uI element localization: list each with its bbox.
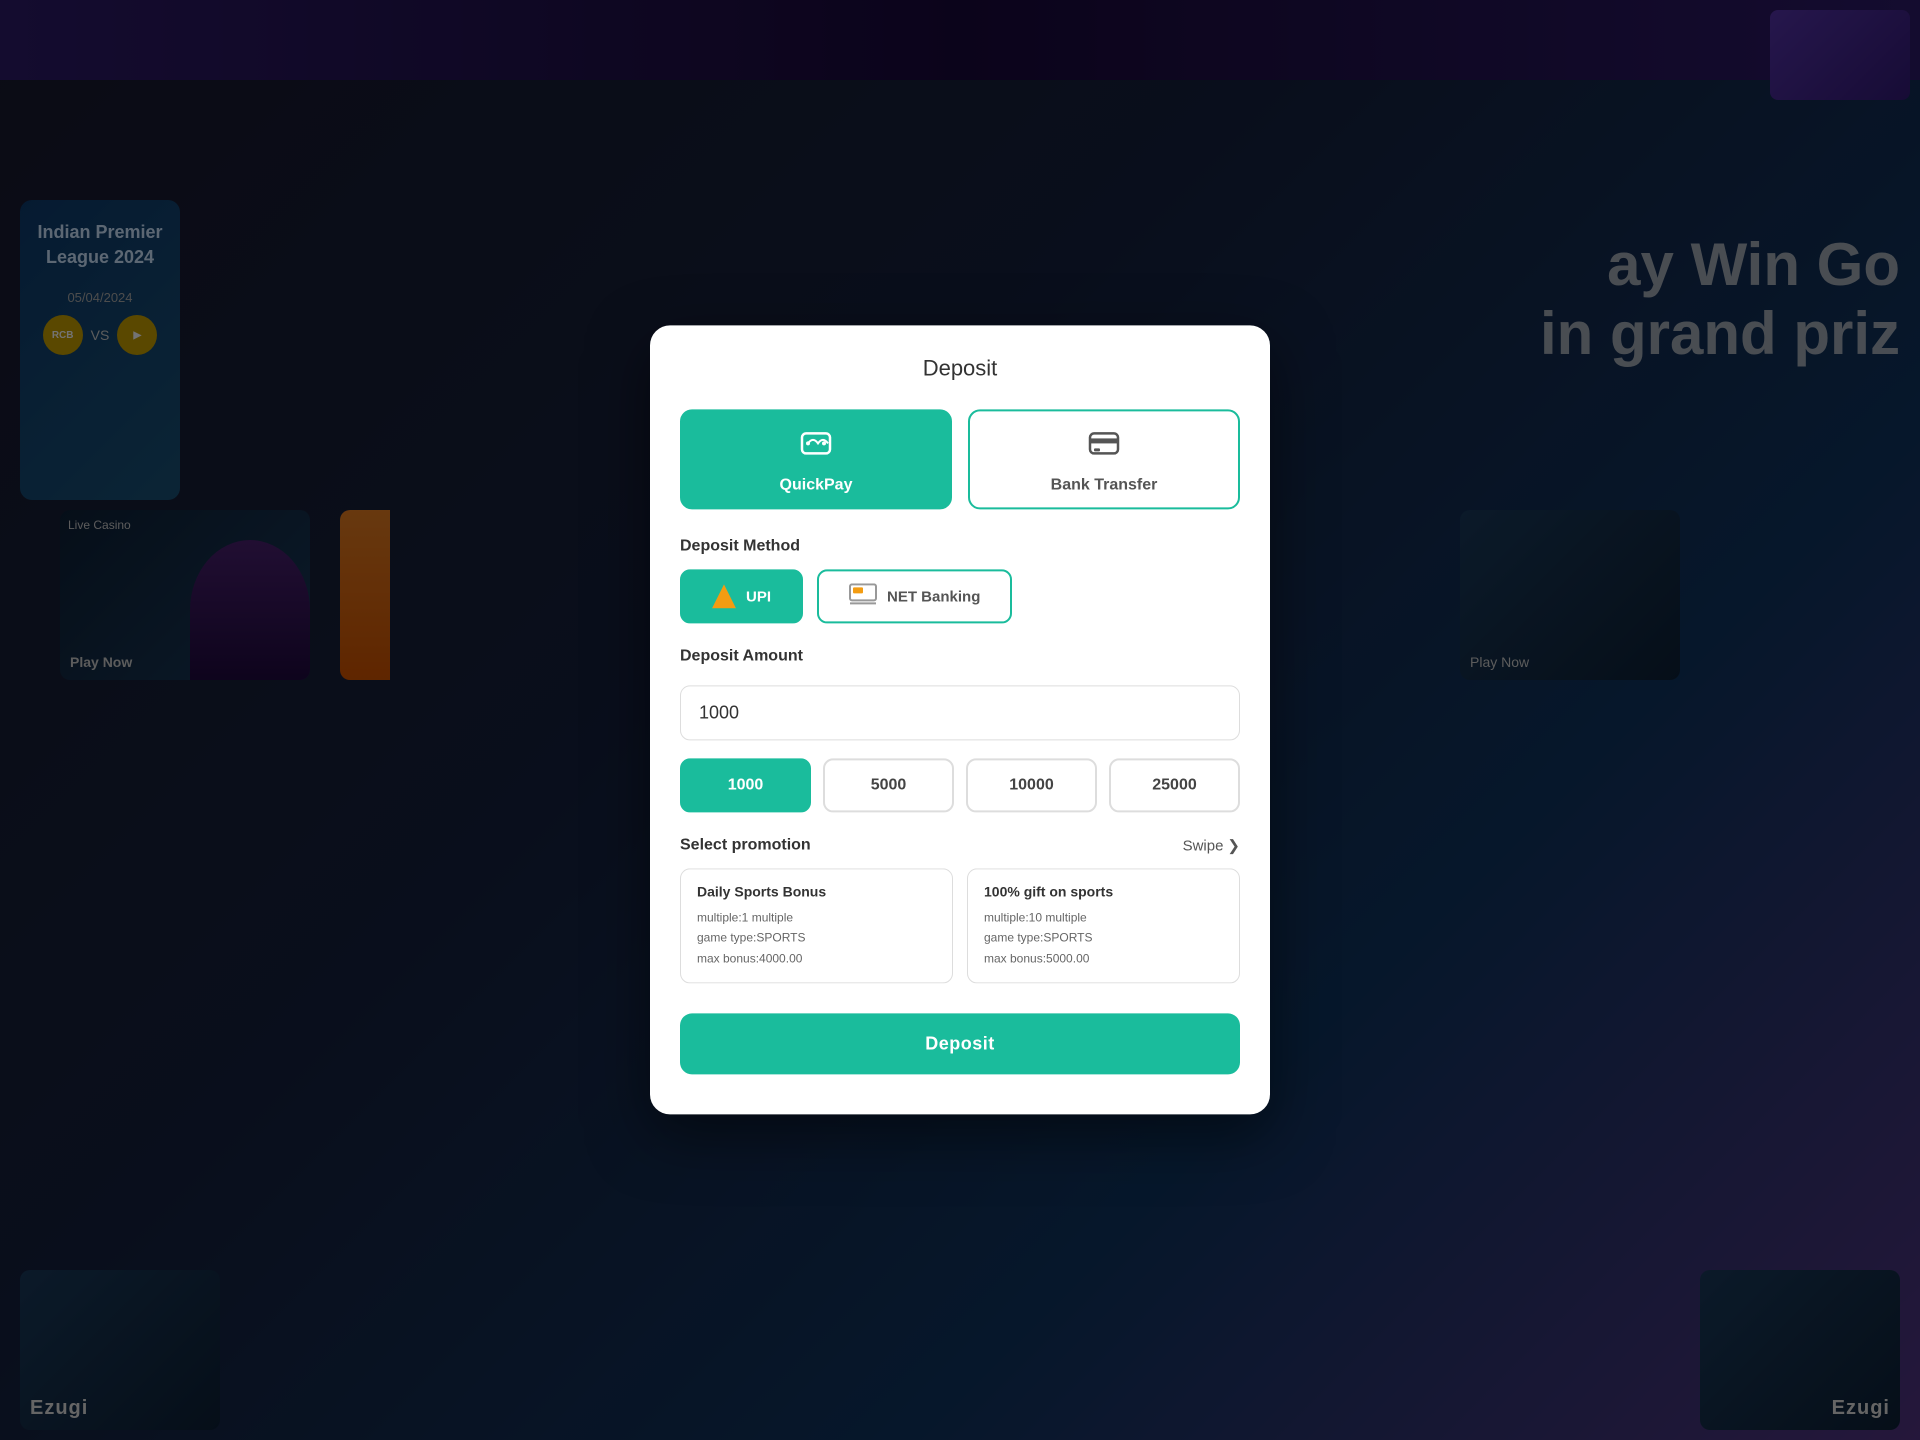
quickpay-button[interactable]: QuickPay [680, 409, 952, 509]
promotion-cards-group: Daily Sports Bonus multiple:1 multiple g… [680, 868, 1240, 983]
deposit-amount-label: Deposit Amount [680, 647, 1240, 665]
quick-amount-1000-label: 1000 [728, 776, 764, 793]
quick-amount-10000[interactable]: 10000 [966, 758, 1097, 812]
promo-card-1-multiple: multiple:1 multiple [697, 907, 936, 927]
promo-card-2-max-bonus: max bonus:5000.00 [984, 948, 1223, 968]
swipe-label: Swipe [1183, 837, 1224, 854]
upi-label: UPI [746, 588, 771, 605]
deposit-button-label: Deposit [925, 1034, 995, 1054]
promo-card-2-multiple: multiple:10 multiple [984, 907, 1223, 927]
bank-transfer-button[interactable]: Bank Transfer [968, 409, 1240, 509]
quick-amount-25000[interactable]: 25000 [1109, 758, 1240, 812]
bank-transfer-label: Bank Transfer [1051, 476, 1158, 494]
net-banking-icon [849, 583, 877, 609]
chevron-right-icon: ❯ [1227, 836, 1240, 854]
deposit-submit-button[interactable]: Deposit [680, 1014, 1240, 1075]
promotion-header: Select promotion Swipe ❯ [680, 836, 1240, 854]
amount-input[interactable] [680, 685, 1240, 740]
quick-amounts-group: 1000 5000 10000 25000 [680, 758, 1240, 812]
modal-title: Deposit [680, 355, 1240, 381]
deposit-methods-group: UPI NET Banking [680, 569, 1240, 623]
deposit-amount-section: Deposit Amount [680, 647, 1240, 740]
quick-amount-25000-label: 25000 [1152, 776, 1197, 793]
promo-card-1[interactable]: Daily Sports Bonus multiple:1 multiple g… [680, 868, 953, 983]
upi-icon [712, 584, 736, 608]
promo-card-1-max-bonus: max bonus:4000.00 [697, 948, 936, 968]
quickpay-label: QuickPay [780, 476, 853, 494]
deposit-method-label: Deposit Method [680, 537, 1240, 555]
upi-button[interactable]: UPI [680, 569, 803, 623]
quickpay-icon [798, 425, 834, 468]
promo-card-1-game-type: game type:SPORTS [697, 928, 936, 948]
quick-amount-5000-label: 5000 [871, 776, 907, 793]
net-banking-label: NET Banking [887, 588, 980, 605]
promo-card-2-title: 100% gift on sports [984, 883, 1223, 899]
quick-amount-1000[interactable]: 1000 [680, 758, 811, 812]
promo-card-2[interactable]: 100% gift on sports multiple:10 multiple… [967, 868, 1240, 983]
swipe-button[interactable]: Swipe ❯ [1183, 836, 1240, 854]
promo-card-2-game-type: game type:SPORTS [984, 928, 1223, 948]
net-banking-button[interactable]: NET Banking [817, 569, 1012, 623]
payment-methods-group: QuickPay Bank Transfer [680, 409, 1240, 509]
select-promotion-label: Select promotion [680, 836, 811, 854]
quick-amount-5000[interactable]: 5000 [823, 758, 954, 812]
deposit-modal: Deposit QuickPay Bank Tra [650, 325, 1270, 1114]
bank-transfer-icon [1086, 425, 1122, 468]
quick-amount-10000-label: 10000 [1009, 776, 1054, 793]
promo-card-1-title: Daily Sports Bonus [697, 883, 936, 899]
